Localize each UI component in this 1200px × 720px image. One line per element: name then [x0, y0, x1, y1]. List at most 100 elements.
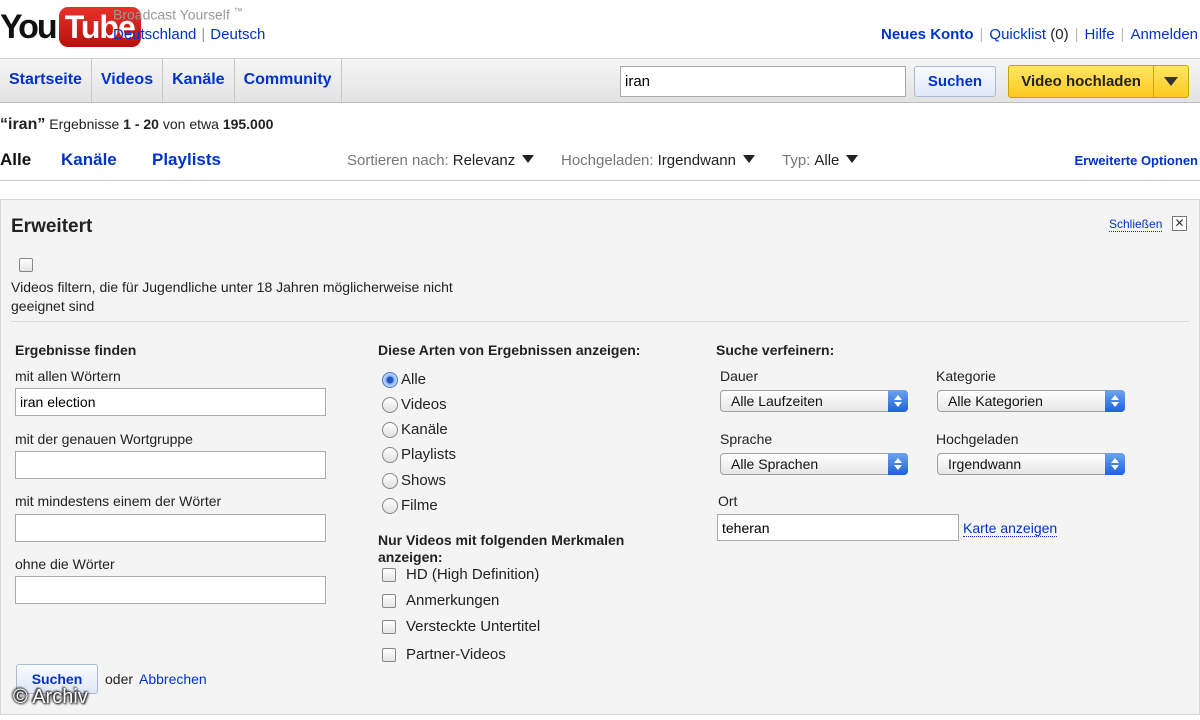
refine-heading: Suche verfeinern:	[716, 342, 835, 358]
logo-you: You	[0, 8, 58, 46]
separator: |	[201, 26, 206, 43]
checkbox-label: Anmerkungen	[406, 592, 500, 609]
filter-tab-playlists[interactable]: Playlists	[152, 150, 221, 170]
caret-down-icon	[742, 155, 755, 163]
divider	[11, 321, 1189, 322]
upload-date-select[interactable]: Irgendwann	[937, 453, 1125, 475]
nav-tab-channels[interactable]: Kanäle	[163, 59, 235, 102]
result-filter-bar: Alle Kanäle Playlists Sortieren nach: Rel…	[0, 143, 1200, 181]
language-select[interactable]: Alle Sprachen	[720, 453, 908, 475]
tagline-text: Broadcast Yourself	[113, 6, 230, 23]
radio-type-videos[interactable]: Videos	[382, 396, 447, 413]
search-input[interactable]	[620, 66, 906, 97]
separator: |	[1074, 26, 1079, 43]
radio-label: Filme	[401, 497, 438, 514]
checkbox-icon	[382, 647, 396, 662]
upload-video-label[interactable]: Video hochladen	[1009, 66, 1155, 97]
results-mid: von etwa	[162, 116, 219, 132]
sort-dropdown[interactable]: Sortieren nach: Relevanz	[347, 152, 535, 169]
filter-tab-channels[interactable]: Kanäle	[61, 150, 117, 170]
any-words-label: mit mindestens einem der Wörter	[15, 493, 222, 509]
results-range: 1 - 20	[123, 116, 159, 132]
checkbox-label: Partner-Videos	[406, 646, 506, 663]
select-stepper-icon	[1105, 390, 1125, 412]
sort-label: Sortieren nach:	[347, 152, 449, 169]
without-words-label: ohne die Wörter	[15, 556, 115, 572]
type-dropdown[interactable]: Typ: Alle	[782, 152, 859, 169]
checkbox-partner-videos[interactable]: Partner-Videos	[382, 646, 506, 663]
caret-down-icon	[846, 155, 859, 163]
any-words-input[interactable]	[15, 514, 326, 542]
radio-label: Alle	[401, 371, 427, 388]
results-summary: “iran” Ergebnisse 1 - 20 von etwa 195.00…	[0, 116, 273, 134]
results-prefix: Ergebnisse	[49, 116, 120, 132]
radio-icon	[382, 446, 398, 463]
features-heading: Nur Videos mit folgenden Merkmalen anzei…	[378, 532, 625, 565]
result-types-heading: Diese Arten von Ergebnissen anzeigen:	[378, 342, 641, 358]
advanced-title: Erweitert	[11, 216, 93, 237]
radio-icon	[382, 497, 398, 514]
all-words-input[interactable]	[15, 388, 326, 416]
nav-tabs: Startseite Videos Kanäle Community	[0, 59, 342, 102]
filter-tab-all[interactable]: Alle	[0, 150, 31, 170]
radio-label: Videos	[401, 396, 447, 413]
or-text: oder	[105, 671, 134, 687]
help-link[interactable]: Hilfe	[1085, 26, 1115, 43]
upload-date-label: Hochgeladen	[936, 431, 1019, 447]
cancel-link[interactable]: Abbrechen	[139, 671, 207, 687]
new-account-link[interactable]: Neues Konto	[881, 26, 974, 43]
duration-select[interactable]: Alle Laufzeiten	[720, 390, 908, 412]
radio-label: Playlists	[401, 446, 457, 463]
nav-tab-community[interactable]: Community	[235, 59, 342, 102]
radio-type-shows[interactable]: Shows	[382, 472, 446, 489]
category-select[interactable]: Alle Kategorien	[937, 390, 1125, 412]
login-link[interactable]: Anmelden	[1130, 26, 1198, 43]
checkbox-annotations[interactable]: Anmerkungen	[382, 592, 499, 609]
checkbox-hd[interactable]: HD (High Definition)	[382, 566, 539, 583]
tagline: Broadcast Yourself ™	[113, 6, 243, 23]
safe-search-checkbox[interactable]	[19, 258, 33, 272]
caret-down-icon	[1164, 77, 1179, 86]
close-icon[interactable]: ✕	[1172, 216, 1187, 231]
checkbox-icon	[382, 593, 396, 608]
exact-phrase-input[interactable]	[15, 451, 326, 479]
radio-type-channels[interactable]: Kanäle	[382, 421, 448, 438]
select-value: Irgendwann	[948, 456, 1022, 472]
radio-icon	[382, 472, 398, 489]
quicklist-count: (0)	[1050, 26, 1069, 43]
uploaded-value: Irgendwann	[657, 152, 736, 169]
duration-label: Dauer	[720, 368, 759, 384]
upload-dropdown-toggle[interactable]	[1154, 66, 1188, 97]
nav-tab-home[interactable]: Startseite	[0, 59, 92, 102]
checkbox-label: HD (High Definition)	[406, 566, 540, 583]
quicklist-link[interactable]: Quicklist	[989, 26, 1046, 43]
advanced-search-panel: Erweitert Schließen ✕ Videos filtern, di…	[0, 199, 1200, 715]
show-map-link[interactable]: Karte anzeigen	[963, 520, 1058, 537]
upload-video-button[interactable]: Video hochladen	[1008, 65, 1189, 98]
nav-tab-videos[interactable]: Videos	[92, 59, 164, 102]
checkbox-icon	[382, 567, 396, 582]
select-stepper-icon	[1105, 453, 1125, 475]
locale-links: Deutschland | Deutsch	[113, 26, 265, 43]
radio-type-all[interactable]: Alle	[382, 371, 426, 388]
country-link[interactable]: Deutschland	[113, 26, 196, 43]
search-button[interactable]: Suchen	[914, 66, 996, 97]
location-input[interactable]	[717, 514, 959, 541]
type-label: Typ:	[782, 152, 811, 169]
select-value: Alle Kategorien	[948, 393, 1043, 409]
language-link[interactable]: Deutsch	[210, 26, 265, 43]
copyright-watermark: © Archiv	[13, 686, 88, 708]
checkbox-captions[interactable]: Versteckte Untertitel	[382, 618, 540, 635]
caret-down-icon	[522, 155, 535, 163]
advanced-options-link[interactable]: Erweiterte Optionen	[1074, 153, 1198, 168]
results-total: 195.000	[222, 116, 274, 132]
radio-selected-icon	[382, 371, 398, 388]
close-link[interactable]: Schließen	[1109, 217, 1163, 232]
radio-icon	[382, 421, 398, 438]
safe-search-label: Videos filtern, die für Jugendliche unte…	[11, 279, 453, 314]
radio-type-playlists[interactable]: Playlists	[382, 446, 456, 463]
checkbox-label: Versteckte Untertitel	[406, 618, 541, 635]
without-words-input[interactable]	[15, 576, 326, 604]
uploaded-dropdown[interactable]: Hochgeladen: Irgendwann	[561, 152, 755, 169]
radio-type-movies[interactable]: Filme	[382, 497, 438, 514]
